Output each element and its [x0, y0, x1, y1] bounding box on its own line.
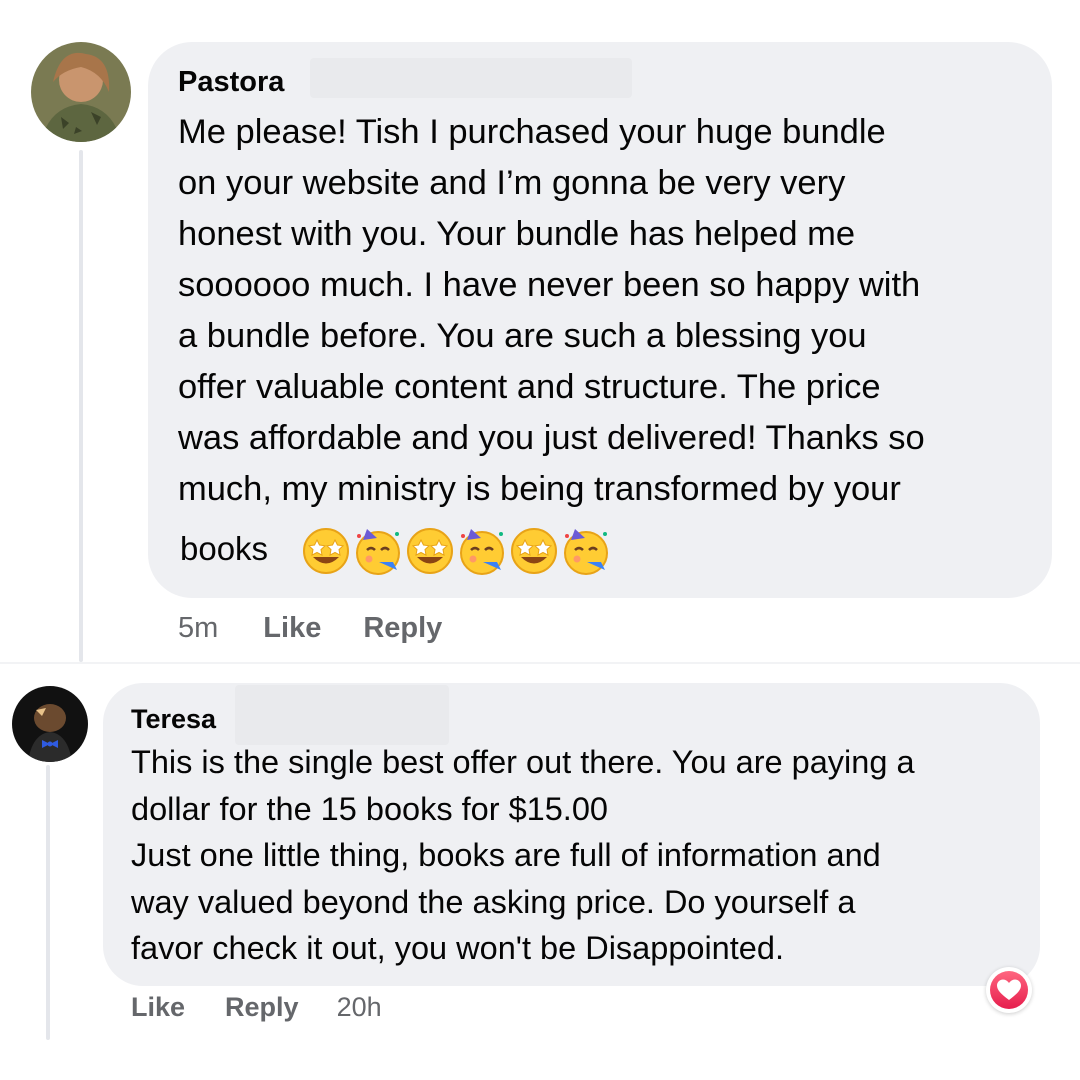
comment-time: 20h [336, 992, 382, 1022]
star-struck-emoji [511, 528, 557, 574]
love-reaction-icon[interactable] [986, 967, 1032, 1013]
comment-line: This is the single best offer out there.… [131, 744, 915, 780]
emoji-row [301, 526, 611, 576]
reply-button[interactable]: Reply [225, 992, 299, 1023]
avatar-image [12, 686, 88, 762]
comment-author[interactable]: Pastora [178, 66, 284, 99]
star-struck-emoji [303, 528, 349, 574]
comment-line: Just one little thing, books are full of… [131, 837, 881, 873]
comment-last-word: books [180, 530, 269, 567]
comment-line: offer valuable content and structure. Th… [178, 368, 881, 406]
comment-line: Me please! Tish I purchased your huge bu… [178, 113, 886, 151]
comment-body: This is the single best offer out there.… [131, 739, 915, 972]
thread-line [79, 150, 83, 662]
star-struck-emoji [407, 528, 453, 574]
comment-meta: Like Reply 20h [131, 992, 382, 1023]
reply-button[interactable]: Reply [363, 612, 442, 645]
like-button[interactable]: Like [263, 612, 321, 645]
avatar-image [31, 42, 131, 142]
divider [0, 662, 1080, 664]
redacted-area [235, 685, 449, 745]
comment-line: on your website and I’m gonna be very ve… [178, 164, 846, 202]
comment-time: 5m [178, 612, 219, 644]
avatar[interactable] [31, 42, 131, 142]
comment-line: honest with you. Your bundle has helped … [178, 215, 856, 253]
partying-face-emoji [356, 529, 400, 575]
like-button[interactable]: Like [131, 992, 185, 1023]
comment-bubble: Teresa This is the single best offer out… [103, 683, 1040, 986]
partying-face-emoji [460, 529, 504, 575]
heart-icon [997, 979, 1021, 1000]
comment-line: favor check it out, you won't be Disappo… [131, 930, 784, 966]
avatar[interactable] [12, 686, 88, 762]
comment-author[interactable]: Teresa [131, 704, 216, 735]
comment-meta: 5m Like Reply [178, 612, 442, 645]
comment-line: dollar for the 15 books for $15.00 [131, 790, 608, 827]
thread-line [46, 765, 50, 1040]
comment-line: was affordable and you just delivered! T… [178, 419, 925, 457]
redacted-area [310, 58, 632, 98]
comment-line: way valued beyond the asking price. Do y… [131, 883, 856, 920]
comment-line: soooooo much. I have never been so happy… [178, 266, 921, 304]
comment-body: Me please! Tish I purchased your huge bu… [178, 107, 925, 515]
comment-line: a bundle before. You are such a blessing… [178, 317, 867, 355]
comment-line: much, my ministry is being transformed b… [178, 470, 901, 508]
partying-face-emoji [564, 529, 608, 575]
comment-bubble: Pastora Me please! Tish I purchased your… [148, 42, 1052, 598]
